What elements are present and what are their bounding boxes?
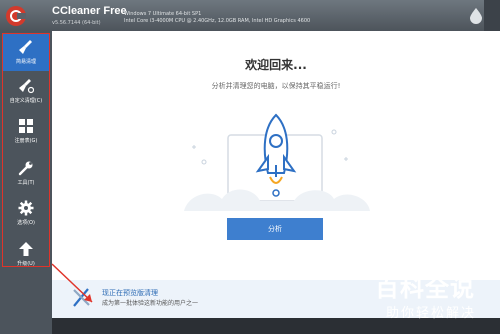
gear-icon (18, 200, 34, 216)
sidebar-item-custom-clean[interactable]: 自定义清理(C) (2, 73, 50, 110)
custom-clean-icon (19, 79, 34, 94)
sidebar-item-label: 选项(O) (17, 220, 35, 226)
wrench-icon (18, 161, 33, 176)
system-info-os: Windows 7 Ultimate 64-bit SP1 (124, 11, 202, 17)
broom-icon (73, 288, 90, 307)
sidebar-item-label: 自定义清理(C) (9, 98, 43, 104)
grid-icon (19, 119, 33, 133)
window-edge (484, 0, 500, 31)
system-info-hardware: Intel Core i3-4000M CPU @ 2.40GHz, 12.0G… (124, 18, 311, 24)
sidebar-item-label: 工具(T) (17, 180, 35, 186)
title-bar: CCleaner Free v5.56.7144 (64-bit) Window… (0, 0, 500, 31)
sidebar-item-tools[interactable]: 工具(T) (2, 155, 50, 192)
app-version: v5.56.7144 (64-bit) (52, 20, 101, 26)
broom-icon (19, 40, 32, 54)
ccleaner-logo-icon (6, 6, 26, 26)
droplet-icon (470, 8, 482, 24)
sidebar-item-upgrade[interactable]: 升级(U) (2, 236, 50, 273)
sidebar-item-easy-clean[interactable]: 简易清理 (2, 34, 50, 71)
analyze-button[interactable]: 分析 (227, 218, 323, 240)
promo-title[interactable]: 现正在预览版清理 (102, 288, 158, 298)
welcome-subtitle: 分析并清理您的电脑，以保持其平稳运行! (211, 82, 341, 90)
sidebar-item-registry[interactable]: 注册表(G) (2, 113, 50, 150)
sidebar: 简易清理 自定义清理(C) 注册表(G) 工具(T) 选项(O) 升级(U) (0, 31, 52, 334)
watermark-title: 百科全说 (375, 274, 475, 302)
arrow-up-icon (19, 242, 33, 256)
sidebar-item-options[interactable]: 选项(O) (2, 195, 50, 232)
rocket-illustration (184, 113, 370, 211)
sidebar-item-label: 注册表(G) (14, 138, 38, 144)
watermark-subtitle: 助你轻松解决 (386, 306, 477, 321)
sidebar-item-label: 简易清理 (15, 59, 36, 65)
sidebar-item-label: 升级(U) (17, 261, 35, 267)
welcome-heading: 欢迎回来... (245, 58, 307, 72)
promo-description: 成为第一批体验这新功能的用户之一 (102, 300, 199, 307)
app-name: CCleaner Free (52, 5, 127, 17)
